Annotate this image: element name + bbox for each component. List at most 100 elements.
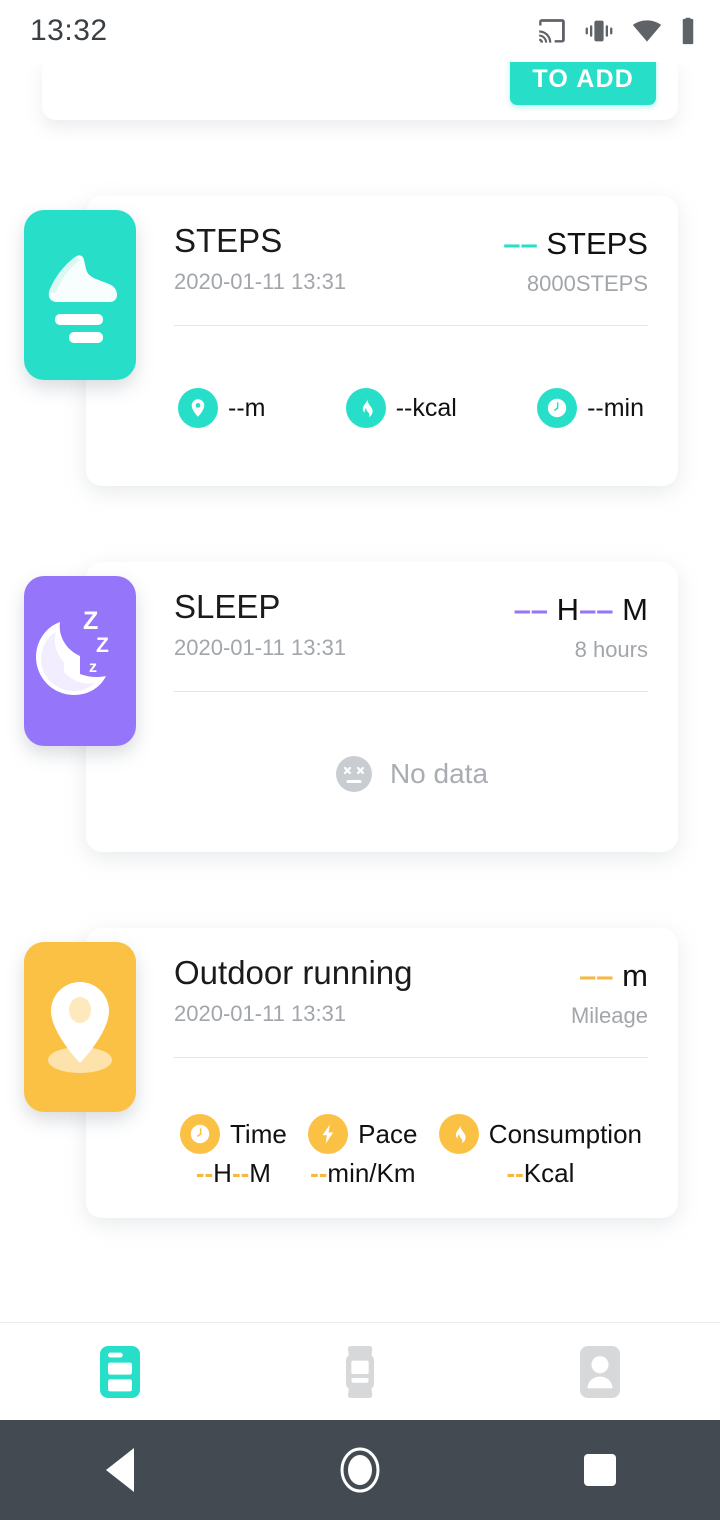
flame-icon: [345, 388, 386, 428]
vibrate-icon: [585, 20, 613, 42]
flame-icon: [438, 1114, 479, 1154]
running-time-value: --H--M: [196, 1158, 271, 1189]
sidebar-item-profile[interactable]: [480, 1323, 720, 1420]
status-time: 13:32: [30, 14, 108, 47]
status-bar: 13:32: [0, 0, 720, 62]
steps-metric-dash: ––: [503, 226, 538, 261]
lightning-icon: [308, 1114, 349, 1154]
location-pin-icon: [48, 982, 112, 1073]
running-divider: [174, 1057, 648, 1058]
watch-icon: [346, 1345, 374, 1398]
triangle-back-icon: [106, 1448, 134, 1492]
location-pin-icon: [178, 388, 218, 428]
to-add-button[interactable]: TO ADD: [510, 62, 656, 105]
sidebar-item-records[interactable]: [0, 1323, 240, 1420]
running-metric-dash: ––: [579, 958, 614, 993]
sleep-divider: [174, 691, 648, 692]
running-date: 2020-01-11 13:31: [174, 1000, 347, 1026]
running-card-header: Outdoor running 2020-01-11 13:31 –– m Mi…: [174, 954, 648, 1029]
back-button[interactable]: [75, 1420, 165, 1520]
running-pace-dash: --: [310, 1158, 328, 1188]
steps-duration-value: --min: [587, 393, 644, 422]
steps-card-wrapper: STEPS 2020-01-11 13:31 –– STEPS 8000STEP…: [0, 196, 720, 486]
bottom-tab-bar: [0, 1322, 720, 1420]
steps-card-header: STEPS 2020-01-11 13:31 –– STEPS 8000STEP…: [174, 222, 648, 297]
steps-stat-duration: --min: [537, 388, 644, 428]
sleep-metric-unit-m: M: [622, 592, 648, 627]
steps-stats-row: --m --kcal --min: [174, 388, 648, 428]
person-icon: [580, 1345, 620, 1398]
running-card-wrapper: Outdoor running 2020-01-11 13:31 –– m Mi…: [0, 928, 720, 1218]
android-nav-bar: [0, 1420, 720, 1520]
sleep-title: SLEEP: [174, 588, 281, 625]
running-card[interactable]: Outdoor running 2020-01-11 13:31 –– m Mi…: [86, 928, 678, 1218]
clock-icon: [537, 388, 578, 428]
sleep-metric: –– H–– M: [514, 592, 648, 628]
running-consumption-dash: --: [506, 1158, 524, 1188]
running-metric-block: –– m Mileage: [571, 954, 648, 1029]
steps-metric-block: –– STEPS 8000STEPS: [503, 222, 648, 297]
sleeping-moon-icon: Z Z z: [36, 607, 109, 695]
steps-metric-unit: STEPS: [546, 226, 648, 261]
running-title: Outdoor running: [174, 954, 413, 991]
steps-calories-value: --kcal: [395, 393, 457, 422]
circle-home-icon: [340, 1447, 380, 1493]
running-time-head: Time: [180, 1114, 287, 1154]
sleep-no-data: No data: [174, 754, 648, 794]
running-stat-time: Time --H--M: [180, 1114, 287, 1189]
running-time-unit-h: H: [213, 1158, 232, 1188]
steps-divider: [174, 325, 648, 326]
steps-metric: –– STEPS: [503, 226, 648, 262]
steps-stat-calories: --kcal: [345, 388, 457, 428]
running-pace-head: Pace: [308, 1114, 417, 1154]
sleep-card[interactable]: SLEEP 2020-01-11 13:31 –– H–– M 8 hours …: [86, 562, 678, 852]
svg-text:z: z: [89, 659, 97, 676]
cast-icon: [539, 19, 565, 43]
running-metric-sub: Mileage: [570, 1003, 648, 1028]
running-time-dash1: --: [195, 1158, 214, 1188]
wifi-icon: [632, 20, 662, 42]
running-consumption-unit: Kcal: [523, 1158, 575, 1188]
svg-text:Z: Z: [96, 634, 109, 657]
sleep-no-data-label: No data: [389, 758, 489, 789]
running-consumption-head: Consumption: [438, 1114, 642, 1154]
recents-button[interactable]: [555, 1420, 645, 1520]
steps-date: 2020-01-11 13:31: [174, 268, 347, 294]
running-icon-tile: [24, 942, 136, 1112]
sleep-icon-tile: Z Z z: [24, 576, 136, 746]
steps-title-block: STEPS 2020-01-11 13:31: [174, 222, 346, 295]
running-title-block: Outdoor running 2020-01-11 13:31: [174, 954, 413, 1027]
sleep-card-header: SLEEP 2020-01-11 13:31 –– H–– M 8 hours: [174, 588, 648, 663]
partial-card-top[interactable]: TO ADD: [42, 62, 678, 120]
dead-face-icon: [335, 756, 372, 792]
records-icon: [100, 1345, 140, 1398]
battery-icon: [682, 17, 694, 45]
steps-card[interactable]: STEPS 2020-01-11 13:31 –– STEPS 8000STEP…: [86, 196, 678, 486]
steps-metric-sub: 8000STEPS: [526, 271, 648, 296]
running-stat-consumption: Consumption --Kcal: [438, 1114, 642, 1189]
running-stat-pace: Pace --min/Km: [308, 1114, 417, 1189]
sleep-title-block: SLEEP 2020-01-11 13:31: [174, 588, 346, 661]
square-recents-icon: [584, 1454, 616, 1486]
sleep-date: 2020-01-11 13:31: [174, 634, 347, 660]
sleep-metric-unit-h: H: [556, 592, 580, 627]
steps-stat-distance: --m: [178, 388, 265, 428]
sleep-metric-sub: 8 hours: [574, 637, 648, 662]
running-time-label: Time: [230, 1118, 287, 1149]
running-pace-value: --min/Km: [310, 1158, 415, 1189]
svg-text:Z: Z: [83, 607, 98, 635]
running-consumption-label: Consumption: [488, 1118, 642, 1149]
steps-title: STEPS: [174, 222, 283, 259]
home-button[interactable]: [315, 1420, 405, 1520]
sidebar-item-device[interactable]: [240, 1323, 480, 1420]
scroll-content[interactable]: TO ADD STEPS 2020-01-11 13:31 –– STEPS 8…: [0, 62, 720, 1322]
sleep-metric-dash-mins: ––: [579, 592, 614, 627]
shoe-icon: [48, 255, 117, 343]
running-stats-row: Time --H--M Pace --min/Km Consumption --…: [174, 1114, 648, 1189]
running-pace-label: Pace: [358, 1118, 418, 1149]
running-metric-unit: m: [622, 958, 648, 993]
clock-icon: [180, 1114, 220, 1154]
steps-distance-value: --m: [228, 393, 266, 422]
running-metric: –– m: [571, 958, 648, 994]
sleep-metric-block: –– H–– M 8 hours: [514, 588, 648, 663]
